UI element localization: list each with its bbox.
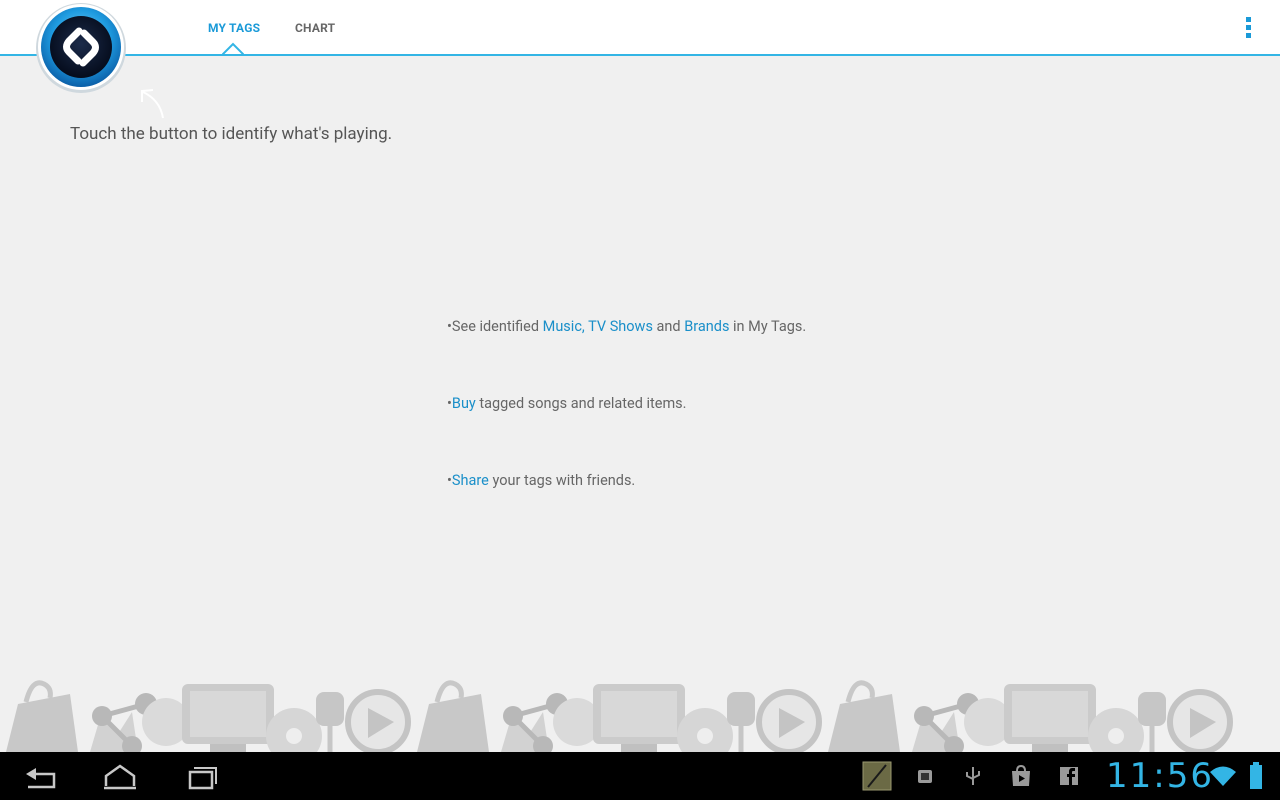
bullet-share-info: •Share your tags with friends. — [447, 472, 636, 489]
share-link[interactable]: Share — [452, 472, 489, 489]
hint-arrow-icon — [141, 89, 164, 119]
shazam-logo-icon[interactable] — [34, 2, 128, 96]
home-icon[interactable] — [96, 760, 144, 792]
overflow-menu-icon[interactable] — [1238, 14, 1258, 42]
bullet-buy-info: •Buy tagged songs and related items. — [447, 395, 687, 412]
action-bar: MY TAGS CHART — [0, 0, 1280, 56]
decorative-footer-pattern — [0, 676, 1280, 752]
notes-notification-icon[interactable] — [862, 761, 892, 791]
action-bar-divider — [0, 54, 1280, 56]
facebook-notification-icon[interactable] — [1057, 764, 1081, 788]
battery-icon — [1250, 762, 1262, 789]
music-link[interactable]: Music, — [543, 318, 585, 335]
recent-apps-icon[interactable] — [176, 760, 224, 792]
usb-notification-icon[interactable] — [961, 764, 985, 788]
wifi-icon — [1210, 766, 1236, 786]
tv-shows-link[interactable]: TV Shows — [588, 318, 653, 335]
tab-chart[interactable]: CHART — [295, 0, 335, 54]
system-bar: 11:56 — [0, 752, 1280, 800]
android-notification-icon[interactable] — [913, 764, 937, 788]
bullet-my-tags-info: •See identified Music, TV Shows and Bran… — [447, 318, 807, 335]
back-icon[interactable] — [16, 760, 64, 792]
hint-text: Touch the button to identify what's play… — [70, 124, 393, 144]
buy-link[interactable]: Buy — [452, 395, 476, 412]
brands-link[interactable]: Brands — [684, 318, 729, 335]
status-clock: 11:56 — [1106, 756, 1214, 796]
play-store-notification-icon[interactable] — [1009, 764, 1033, 788]
